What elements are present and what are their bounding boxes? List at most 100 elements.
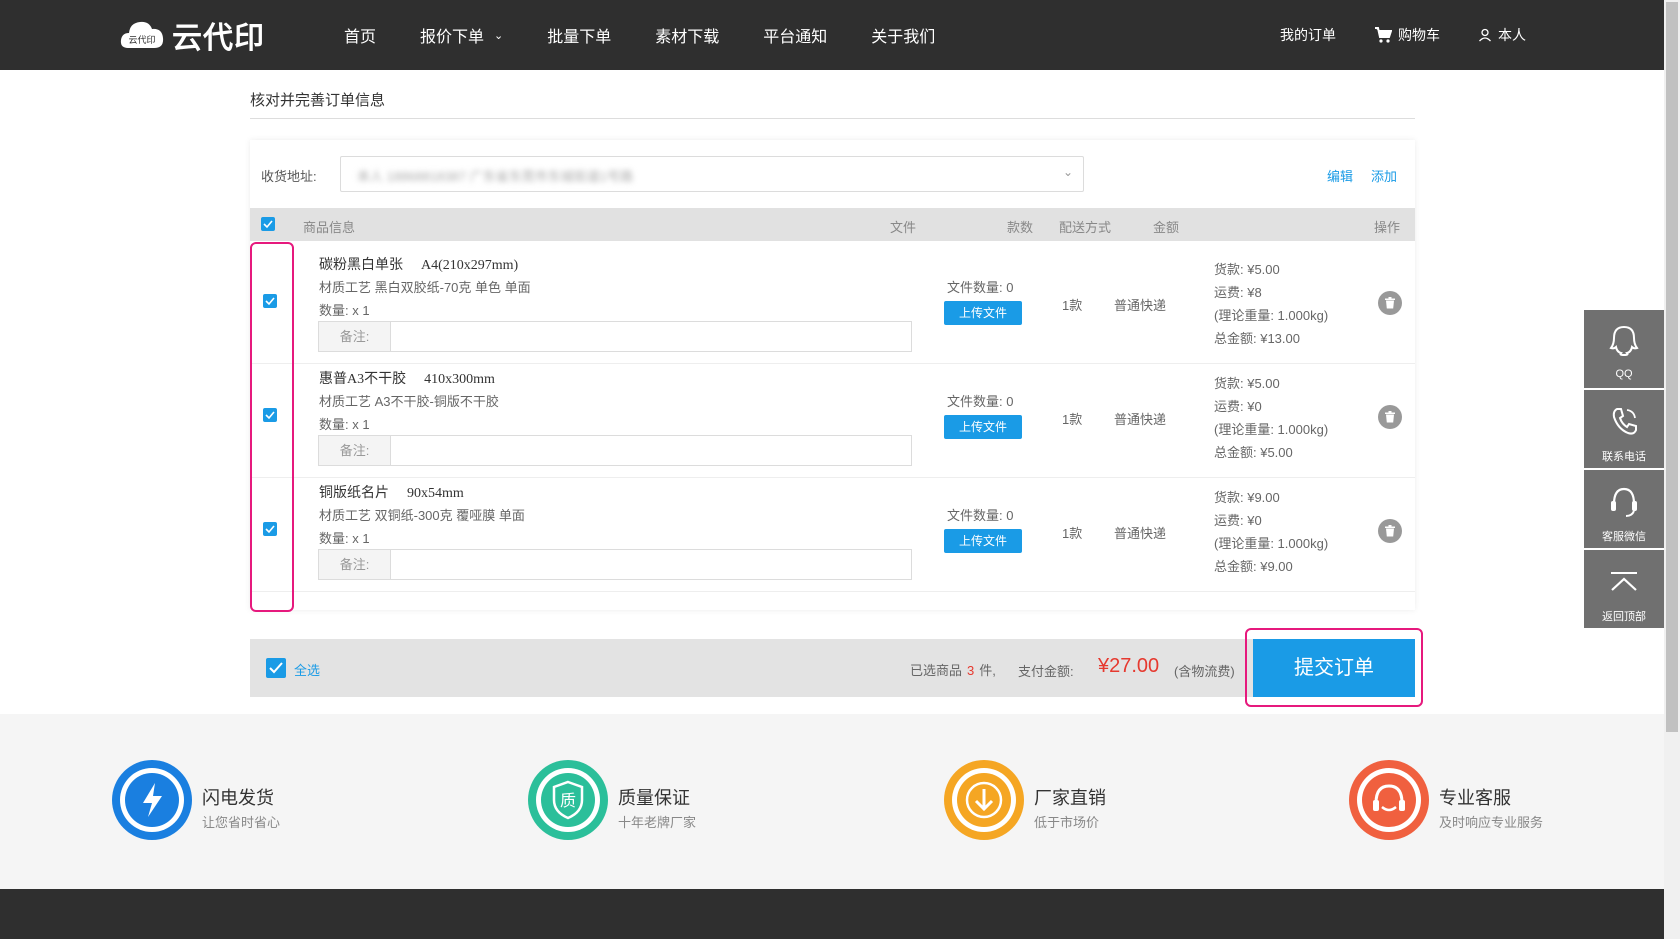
price-breakdown: 货款: ¥5.00 运费: ¥0 (理论重量: 1.000kg) 总金额: ¥5… bbox=[1214, 372, 1328, 464]
address-edit-link[interactable]: 编辑 bbox=[1327, 166, 1353, 185]
page-scrollbar[interactable] bbox=[1664, 0, 1680, 939]
product-material: 材质工艺 A3不干胶-铜版不干胶 bbox=[319, 394, 499, 409]
col-file: 文件 bbox=[890, 220, 917, 235]
nav-notices[interactable]: 平台通知 bbox=[763, 23, 827, 47]
goods-price: 货款: ¥5.00 bbox=[1214, 262, 1280, 277]
file-count: 文件数量: 0 bbox=[947, 508, 1014, 523]
file-count: 文件数量: 0 bbox=[947, 280, 1014, 295]
goods-price: 货款: ¥5.00 bbox=[1214, 376, 1280, 391]
product-material: 材质工艺 双铜纸-300克 覆哑膜 单面 bbox=[319, 508, 525, 523]
style-count: 1款 bbox=[1062, 526, 1083, 541]
select-all-checkbox[interactable] bbox=[266, 658, 286, 678]
check-icon bbox=[269, 662, 283, 674]
cart-link[interactable]: 购物车 bbox=[1374, 25, 1440, 45]
my-orders-link[interactable]: 我的订单 bbox=[1280, 25, 1336, 45]
product-qty: 数量: x 1 bbox=[319, 417, 370, 432]
feature-subtitle: 让您省时省心 bbox=[202, 815, 281, 830]
delete-button[interactable] bbox=[1378, 405, 1402, 429]
product-qty: 数量: x 1 bbox=[319, 303, 370, 318]
product-material: 材质工艺 黑白双胶纸-70克 单色 单面 bbox=[319, 280, 531, 295]
site-footer bbox=[0, 889, 1664, 939]
price-breakdown: 货款: ¥9.00 运费: ¥0 (理论重量: 1.000kg) 总金额: ¥9… bbox=[1214, 486, 1328, 578]
address-select[interactable]: 本人 18868818387 广东省东莞市东城街道1号路 ⌄ bbox=[340, 156, 1084, 192]
checkout-bar: 全选 已选商品 3 件, 支付金额: ¥27.00 (含物流费) 提交订单 bbox=[250, 639, 1415, 697]
delete-button[interactable] bbox=[1378, 291, 1402, 315]
svg-text:云代印: 云代印 bbox=[128, 34, 155, 46]
side-back-to-top-button[interactable]: 返回顶部 bbox=[1584, 550, 1664, 628]
nav-bulk-order[interactable]: 批量下单 bbox=[547, 23, 611, 47]
user-nav: 我的订单 购物车 本人 bbox=[1242, 0, 1526, 70]
freight-price: 运费: ¥0 bbox=[1214, 399, 1262, 414]
side-qq-button[interactable]: QQ bbox=[1584, 310, 1664, 388]
goods-price: 货款: ¥9.00 bbox=[1214, 490, 1280, 505]
upload-file-button[interactable]: 上传文件 bbox=[944, 415, 1022, 439]
pay-note: (含物流费) bbox=[1174, 664, 1235, 679]
remark-field[interactable]: 备注: bbox=[318, 321, 912, 352]
nav-quote[interactable]: 报价下单 ⌄ bbox=[420, 23, 503, 47]
upload-file-button[interactable]: 上传文件 bbox=[944, 301, 1022, 325]
side-phone-button[interactable]: 联系电话 bbox=[1584, 390, 1664, 468]
table-row: 铜版纸名片 90x54mm 材质工艺 双铜纸-300克 覆哑膜 单面 数量: x … bbox=[250, 470, 1415, 592]
feature-title: 闪电发货 bbox=[202, 788, 274, 808]
lightning-icon bbox=[112, 760, 192, 840]
pay-label: 支付金额: bbox=[1018, 664, 1074, 679]
user-icon bbox=[1479, 28, 1491, 42]
trash-icon bbox=[1385, 297, 1395, 309]
address-value: 本人 18868818387 广东省东莞市东城街道1号路 bbox=[357, 169, 633, 184]
col-ship: 配送方式 bbox=[1059, 220, 1112, 235]
price-breakdown: 货款: ¥5.00 运费: ¥8 (理论重量: 1.000kg) 总金额: ¥1… bbox=[1214, 258, 1328, 350]
shipping-method: 普通快递 bbox=[1114, 526, 1167, 541]
shipping-method: 普通快递 bbox=[1114, 412, 1167, 427]
file-count: 文件数量: 0 bbox=[947, 394, 1014, 409]
feature-subtitle: 低于市场价 bbox=[1034, 815, 1100, 830]
freight-price: 运费: ¥0 bbox=[1214, 513, 1262, 528]
logo[interactable]: 云代印 云代印 bbox=[118, 14, 265, 56]
cloud-logo-icon: 云代印 bbox=[118, 14, 166, 56]
remark-label: 备注: bbox=[319, 436, 391, 465]
qq-icon bbox=[1609, 325, 1639, 357]
main-nav: 首页 报价下单 ⌄ 批量下单 素材下载 平台通知 关于我们 bbox=[344, 0, 979, 70]
col-amount: 金额 bbox=[1153, 220, 1180, 235]
upload-file-button[interactable]: 上传文件 bbox=[944, 529, 1022, 553]
remark-field[interactable]: 备注: bbox=[318, 549, 912, 580]
select-all-label[interactable]: 全选 bbox=[294, 660, 320, 679]
header-checkbox[interactable] bbox=[261, 217, 275, 231]
shield-icon: 质 bbox=[528, 760, 608, 840]
remark-label: 备注: bbox=[319, 322, 391, 351]
user-link[interactable]: 本人 bbox=[1478, 25, 1526, 45]
product-spec: 410x300mm bbox=[424, 372, 495, 387]
product-name: 惠普A3不干胶 410x300mm bbox=[319, 372, 495, 387]
cart-icon bbox=[1375, 27, 1392, 43]
side-wechat-button[interactable]: 客服微信 bbox=[1584, 470, 1664, 548]
nav-materials[interactable]: 素材下载 bbox=[655, 23, 719, 47]
product-qty: 数量: x 1 bbox=[319, 531, 370, 546]
feature-title: 质量保证 bbox=[618, 788, 690, 808]
address-add-link[interactable]: 添加 bbox=[1371, 166, 1397, 185]
trash-icon bbox=[1385, 525, 1395, 537]
total-price: 总金额: ¥13.00 bbox=[1214, 331, 1300, 346]
pay-amount: ¥27.00 bbox=[1098, 655, 1160, 677]
weight: (理论重量: 1.000kg) bbox=[1214, 422, 1329, 437]
selected-count: 3 bbox=[967, 663, 975, 678]
feature-title: 专业客服 bbox=[1439, 788, 1511, 808]
chevron-down-icon: ⌄ bbox=[1062, 165, 1073, 179]
product-name: 铜版纸名片 90x54mm bbox=[319, 486, 464, 501]
table-row: 碳粉黑白单张 A4(210x297mm) 材质工艺 黑白双胶纸-70克 单色 单面… bbox=[250, 242, 1415, 364]
nav-home[interactable]: 首页 bbox=[344, 23, 376, 47]
weight: (理论重量: 1.000kg) bbox=[1214, 308, 1329, 323]
total-price: 总金额: ¥5.00 bbox=[1214, 445, 1293, 460]
features-band: 闪电发货 让您省时省心 质 质量保证 十年老牌厂家 厂家直销 低于市场价 专业客… bbox=[0, 714, 1664, 889]
checkbox-highlight-box bbox=[250, 242, 294, 612]
feature-subtitle: 十年老牌厂家 bbox=[618, 815, 697, 830]
scrollbar-thumb[interactable] bbox=[1666, 2, 1678, 732]
table-row: 惠普A3不干胶 410x300mm 材质工艺 A3不干胶-铜版不干胶 数量: x … bbox=[250, 356, 1415, 478]
delete-button[interactable] bbox=[1378, 519, 1402, 543]
chevron-down-icon: ⌄ bbox=[494, 29, 504, 42]
remark-field[interactable]: 备注: bbox=[318, 435, 912, 466]
headset-icon bbox=[1611, 487, 1637, 517]
nav-about[interactable]: 关于我们 bbox=[871, 23, 935, 47]
order-panel: 收货地址: 本人 18868818387 广东省东莞市东城街道1号路 ⌄ 编辑 … bbox=[250, 140, 1415, 610]
side-label: QQ bbox=[1615, 368, 1633, 380]
product-spec: 90x54mm bbox=[407, 486, 464, 501]
side-label: 返回顶部 bbox=[1602, 611, 1646, 623]
